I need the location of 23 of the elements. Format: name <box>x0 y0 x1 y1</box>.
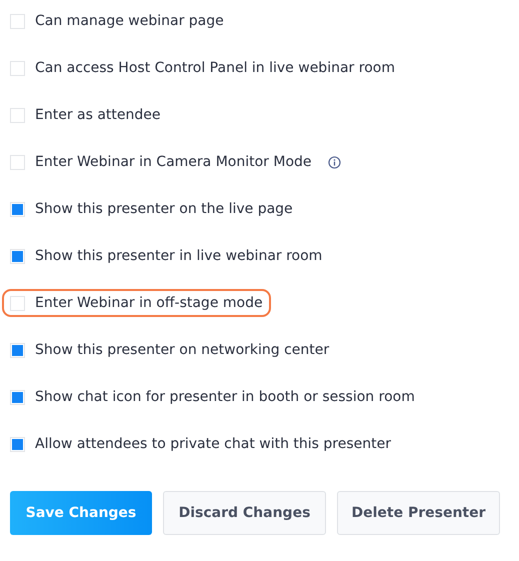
checkbox[interactable] <box>10 202 25 216</box>
checkbox[interactable] <box>10 296 25 310</box>
option-label: Show this presenter on networking center <box>35 342 330 358</box>
option-label: Enter Webinar in Camera Monitor Mode <box>35 154 312 170</box>
action-button[interactable]: Discard Changes <box>163 491 326 535</box>
checkbox[interactable] <box>10 390 25 404</box>
option-label: Show this presenter in live webinar room <box>35 248 322 264</box>
checkbox[interactable] <box>10 108 25 122</box>
option-label: Allow attendees to private chat with this presenter <box>35 436 392 452</box>
checkbox[interactable] <box>10 436 25 452</box>
checkbox[interactable] <box>10 154 25 170</box>
info-icon[interactable] <box>328 156 341 168</box>
checkbox[interactable] <box>10 248 25 264</box>
checkbox[interactable] <box>10 14 25 28</box>
option-label: Enter as attendee <box>35 107 161 123</box>
option-label: Can manage webinar page <box>35 13 224 29</box>
checkbox[interactable] <box>10 60 25 76</box>
option-label: Enter Webinar in off-stage mode <box>35 295 263 311</box>
action-button[interactable]: Delete Presenter <box>337 491 500 535</box>
option-label: Show this presenter on the live page <box>35 201 293 217</box>
option-label: Can access Host Control Panel in live webinar room <box>35 60 395 76</box>
checkbox[interactable] <box>10 342 25 358</box>
option-label: Show chat icon for presenter in booth or session room <box>35 389 415 405</box>
